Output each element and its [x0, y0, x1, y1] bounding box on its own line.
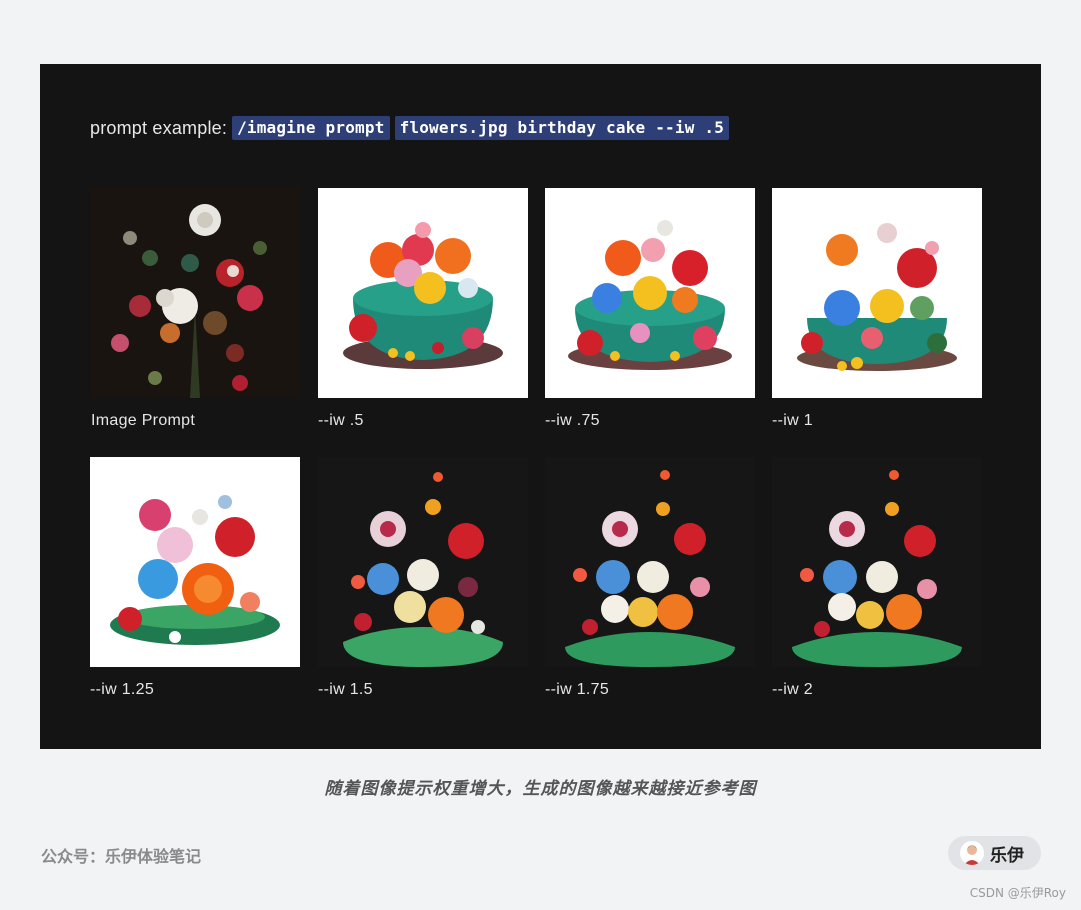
- figure-caption: 随着图像提示权重增大，生成的图像越来越接近参考图: [324, 779, 757, 799]
- image-prompt-tile: [90, 188, 300, 398]
- caption-iw-15: --iw 1.5: [318, 681, 373, 698]
- caption-iw-175: --iw 1.75: [545, 681, 610, 698]
- args-chip: flowers.jpg birthday cake --iw .5: [394, 116, 730, 140]
- iw-2-tile: [772, 457, 982, 667]
- caption-iw-125: --iw 1.25: [90, 681, 155, 698]
- iw-175-tile: [545, 457, 755, 667]
- iw-05-tile: [318, 188, 528, 398]
- caption-iw-2: --iw 2: [772, 681, 813, 698]
- dark-cake-image: [545, 457, 755, 667]
- dark-cake-image: [318, 457, 528, 667]
- dark-bouquet-image: [90, 188, 300, 398]
- prompt-label: prompt example:: [90, 117, 228, 138]
- iw-125-tile: [90, 457, 300, 667]
- caption-iw-05: --iw .5: [318, 412, 364, 429]
- author-name: 乐伊: [990, 845, 1024, 866]
- cake-image: [772, 188, 982, 398]
- account-label: 公众号：乐伊体验笔记: [41, 847, 202, 866]
- watermark: CSDN @乐伊Roy: [969, 886, 1066, 900]
- iw-1-tile: [772, 188, 982, 398]
- bouquet-cake-image: [90, 457, 300, 667]
- dark-cake-image: [772, 457, 982, 667]
- cake-image: [318, 188, 528, 398]
- iw-075-tile: [545, 188, 755, 398]
- caption-iw-075: --iw .75: [545, 412, 600, 429]
- person-avatar-icon: [960, 841, 984, 865]
- author-badge[interactable]: 乐伊: [948, 836, 1041, 870]
- caption-image-prompt: Image Prompt: [91, 412, 196, 429]
- caption-iw-1: --iw 1: [772, 412, 813, 429]
- iw-15-tile: [318, 457, 528, 667]
- command-chip: /imagine prompt: [232, 116, 390, 140]
- cake-image: [545, 188, 755, 398]
- prompt-example-line: prompt example: /imagine prompt flowers.…: [90, 116, 730, 140]
- example-panel: prompt example: /imagine prompt flowers.…: [40, 64, 1041, 749]
